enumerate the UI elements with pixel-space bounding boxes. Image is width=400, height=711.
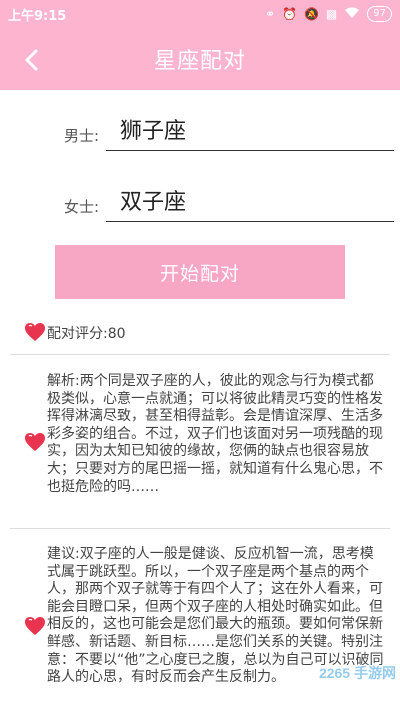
back-button[interactable] (16, 45, 46, 75)
status-time: 上午9:15 (8, 8, 67, 24)
app-bar: 星座配对 (0, 28, 400, 90)
battery-indicator: 97 (367, 6, 392, 22)
status-bar: 上午9:15 ⚭ ⏰ 🔕 ▩ 97 (0, 0, 400, 28)
watermark: 2265 手游网 (318, 665, 396, 681)
alarm-icon: ⏰ (282, 7, 297, 21)
status-icons: ⚭ ⏰ 🔕 ▩ 97 (265, 6, 392, 22)
heart-icon (25, 617, 45, 635)
male-sign-row: 男士: (0, 107, 400, 157)
signal-icon: ▩ (325, 7, 338, 21)
divider (10, 354, 390, 355)
wifi-icon (344, 7, 360, 22)
female-label: 女士: (64, 198, 100, 216)
page-title: 星座配对 (153, 49, 246, 74)
chevron-left-icon (25, 49, 38, 71)
mute-icon: 🔕 (303, 7, 319, 21)
male-label: 男士: (64, 127, 100, 145)
heart-icon (25, 323, 45, 341)
female-sign-input[interactable] (106, 178, 394, 222)
heart-icon (25, 433, 45, 451)
score-text: 配对评分:80 (47, 326, 126, 342)
score-row: 配对评分:80 (0, 320, 400, 344)
female-sign-row: 女士: (0, 178, 400, 228)
divider (10, 528, 390, 529)
male-sign-input[interactable] (106, 107, 394, 151)
headset-icon: ⚭ (264, 7, 276, 21)
start-match-button[interactable]: 开始配对 (55, 245, 345, 299)
analysis-text: 解析:两个同是双子座的人，彼此的观念与行为模式都极类似，心意一点就通；可以将彼此… (47, 373, 383, 495)
